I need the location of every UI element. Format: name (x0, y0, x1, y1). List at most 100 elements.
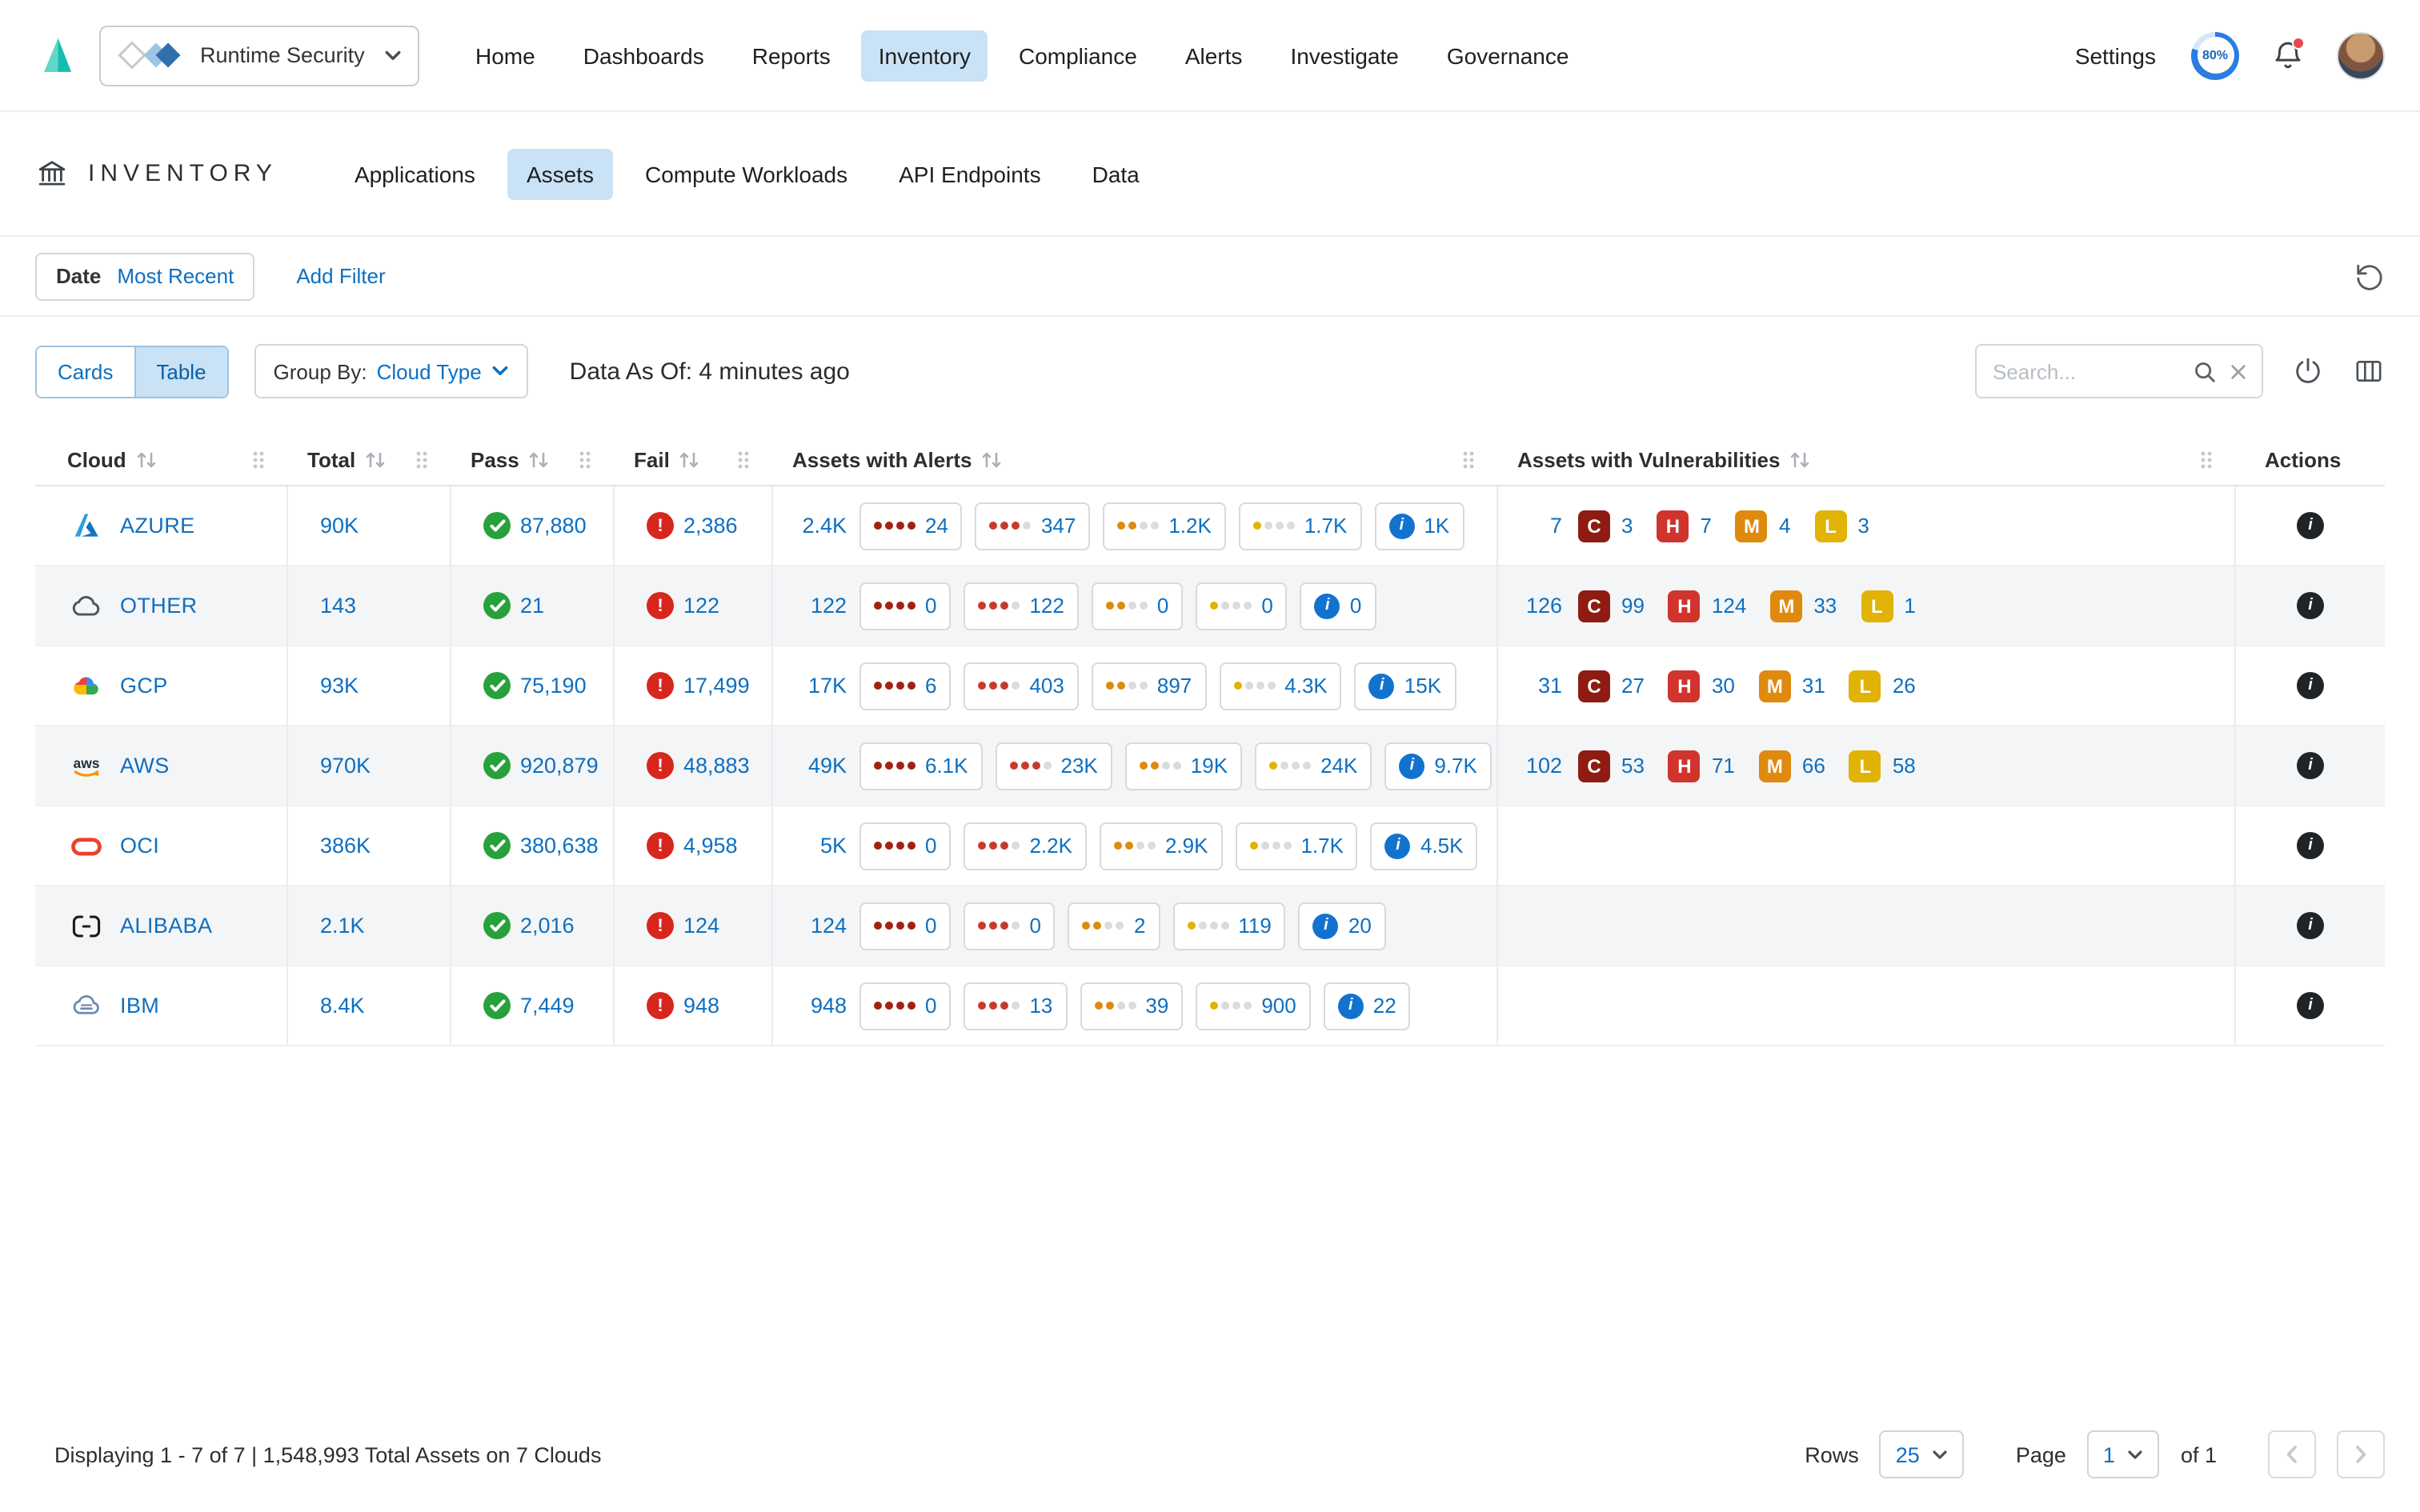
clear-search-icon[interactable] (2230, 363, 2247, 381)
alerts-total-link[interactable]: 948 (792, 994, 847, 1018)
column-drag-handle-icon[interactable] (578, 449, 592, 470)
tab-data[interactable]: Data (1073, 148, 1159, 199)
alert-pill-low[interactable]: 1.7K (1235, 822, 1358, 870)
nav-governance[interactable]: Governance (1429, 30, 1587, 81)
alerts-total-link[interactable]: 124 (792, 914, 847, 938)
alert-pill-critical[interactable]: 0 (859, 902, 951, 950)
rows-per-page-select[interactable]: 25 (1880, 1430, 1965, 1478)
alerts-total-link[interactable]: 2.4K (792, 514, 847, 538)
alert-pill-medium[interactable]: 2.9K (1100, 822, 1223, 870)
vuln-badge-medium[interactable]: M31 (1759, 670, 1825, 702)
row-info-icon[interactable]: i (2297, 672, 2324, 699)
alerts-total-link[interactable]: 5K (792, 834, 847, 858)
total-count-link[interactable]: 2.1K (320, 914, 365, 938)
alert-pill-medium[interactable]: 2 (1068, 902, 1160, 950)
pass-count-link[interactable]: 920,879 (520, 754, 599, 778)
alert-pill-high[interactable]: 347 (976, 502, 1090, 550)
health-gauge[interactable]: 80% (2191, 31, 2239, 79)
pass-count-link[interactable]: 75,190 (520, 674, 587, 698)
column-header-fail[interactable]: Fail (615, 432, 773, 486)
alert-pill-critical[interactable]: 24 (859, 502, 963, 550)
alerts-total-link[interactable]: 122 (792, 594, 847, 618)
alert-pill-low[interactable]: 4.3K (1219, 662, 1342, 710)
alert-pill-low[interactable]: 119 (1172, 902, 1285, 950)
alert-pill-informational[interactable]: i22 (1324, 982, 1411, 1030)
nav-alerts[interactable]: Alerts (1168, 30, 1260, 81)
brand-logo-icon[interactable] (35, 34, 77, 76)
cards-view-button[interactable]: Cards (37, 346, 134, 396)
alert-pill-low[interactable]: 1.7K (1239, 502, 1362, 550)
alert-pill-critical[interactable]: 6.1K (859, 742, 983, 790)
fail-count-link[interactable]: 122 (683, 594, 719, 618)
alert-pill-critical[interactable]: 0 (859, 982, 951, 1030)
fail-count-link[interactable]: 17,499 (683, 674, 750, 698)
alert-pill-high[interactable]: 2.2K (964, 822, 1087, 870)
vuln-badge-medium[interactable]: M4 (1736, 510, 1790, 542)
column-header-cloud[interactable]: Cloud (35, 432, 288, 486)
alert-pill-informational[interactable]: i9.7K (1384, 742, 1492, 790)
total-count-link[interactable]: 90K (320, 514, 359, 538)
user-avatar[interactable] (2337, 31, 2385, 79)
vuln-badge-critical[interactable]: C99 (1578, 590, 1645, 622)
vuln-badge-high[interactable]: H30 (1669, 670, 1735, 702)
vulns-total-link[interactable]: 126 (1517, 594, 1562, 618)
column-header-vulnerabilities[interactable]: Assets with Vulnerabilities (1498, 432, 2236, 486)
vuln-badge-high[interactable]: H7 (1657, 510, 1711, 542)
vuln-badge-high[interactable]: H124 (1669, 590, 1746, 622)
alert-pill-low[interactable]: 0 (1196, 582, 1287, 630)
vuln-badge-critical[interactable]: C3 (1578, 510, 1633, 542)
tab-applications[interactable]: Applications (335, 148, 495, 199)
tab-assets[interactable]: Assets (507, 148, 613, 199)
vuln-badge-medium[interactable]: M33 (1770, 590, 1837, 622)
page-select[interactable]: 1 (2087, 1430, 2160, 1478)
alert-pill-low[interactable]: 24K (1255, 742, 1372, 790)
row-info-icon[interactable]: i (2297, 992, 2324, 1019)
column-drag-handle-icon[interactable] (251, 449, 266, 470)
row-info-icon[interactable]: i (2297, 512, 2324, 539)
cloud-name-link[interactable]: AWS (120, 754, 170, 778)
fail-count-link[interactable]: 948 (683, 994, 719, 1018)
cloud-name-link[interactable]: GCP (120, 674, 168, 698)
alert-pill-high[interactable]: 403 (964, 662, 1078, 710)
alert-pill-informational[interactable]: i0 (1300, 582, 1376, 630)
alert-pill-high[interactable]: 0 (964, 902, 1055, 950)
sort-icon[interactable] (1789, 450, 1810, 468)
alert-pill-informational[interactable]: i15K (1355, 662, 1456, 710)
prev-page-button[interactable] (2268, 1430, 2316, 1478)
pass-count-link[interactable]: 2,016 (520, 914, 575, 938)
total-count-link[interactable]: 970K (320, 754, 371, 778)
column-drag-handle-icon[interactable] (415, 449, 429, 470)
column-header-total[interactable]: Total (288, 432, 451, 486)
column-drag-handle-icon[interactable] (736, 449, 751, 470)
column-settings-icon[interactable] (2353, 355, 2385, 387)
vuln-badge-medium[interactable]: M66 (1759, 750, 1825, 782)
pass-count-link[interactable]: 87,880 (520, 514, 587, 538)
alert-pill-low[interactable]: 900 (1196, 982, 1310, 1030)
vuln-badge-critical[interactable]: C27 (1578, 670, 1645, 702)
total-count-link[interactable]: 143 (320, 594, 356, 618)
alert-pill-medium[interactable]: 0 (1092, 582, 1183, 630)
column-drag-handle-icon[interactable] (1461, 449, 1476, 470)
reset-filters-icon[interactable] (2354, 261, 2385, 291)
sort-icon[interactable] (679, 450, 700, 468)
pass-count-link[interactable]: 380,638 (520, 834, 599, 858)
cloud-name-link[interactable]: AZURE (120, 514, 195, 538)
total-count-link[interactable]: 8.4K (320, 994, 365, 1018)
product-selector[interactable]: Runtime Security (99, 25, 419, 86)
vuln-badge-low[interactable]: L3 (1814, 510, 1869, 542)
fail-count-link[interactable]: 4,958 (683, 834, 738, 858)
alert-pill-critical[interactable]: 0 (859, 582, 951, 630)
cloud-name-link[interactable]: ALIBABA (120, 914, 212, 938)
vulns-total-link[interactable]: 7 (1517, 514, 1562, 538)
row-info-icon[interactable]: i (2297, 832, 2324, 859)
alert-pill-high[interactable]: 122 (964, 582, 1078, 630)
nav-compliance[interactable]: Compliance (1001, 30, 1155, 81)
total-count-link[interactable]: 386K (320, 834, 371, 858)
power-icon[interactable] (2292, 355, 2324, 387)
vuln-badge-low[interactable]: L26 (1849, 670, 1916, 702)
next-page-button[interactable] (2337, 1430, 2385, 1478)
nav-dashboards[interactable]: Dashboards (566, 30, 722, 81)
date-filter-chip[interactable]: Date Most Recent (35, 252, 254, 300)
cloud-name-link[interactable]: IBM (120, 994, 159, 1018)
vuln-badge-critical[interactable]: C53 (1578, 750, 1645, 782)
